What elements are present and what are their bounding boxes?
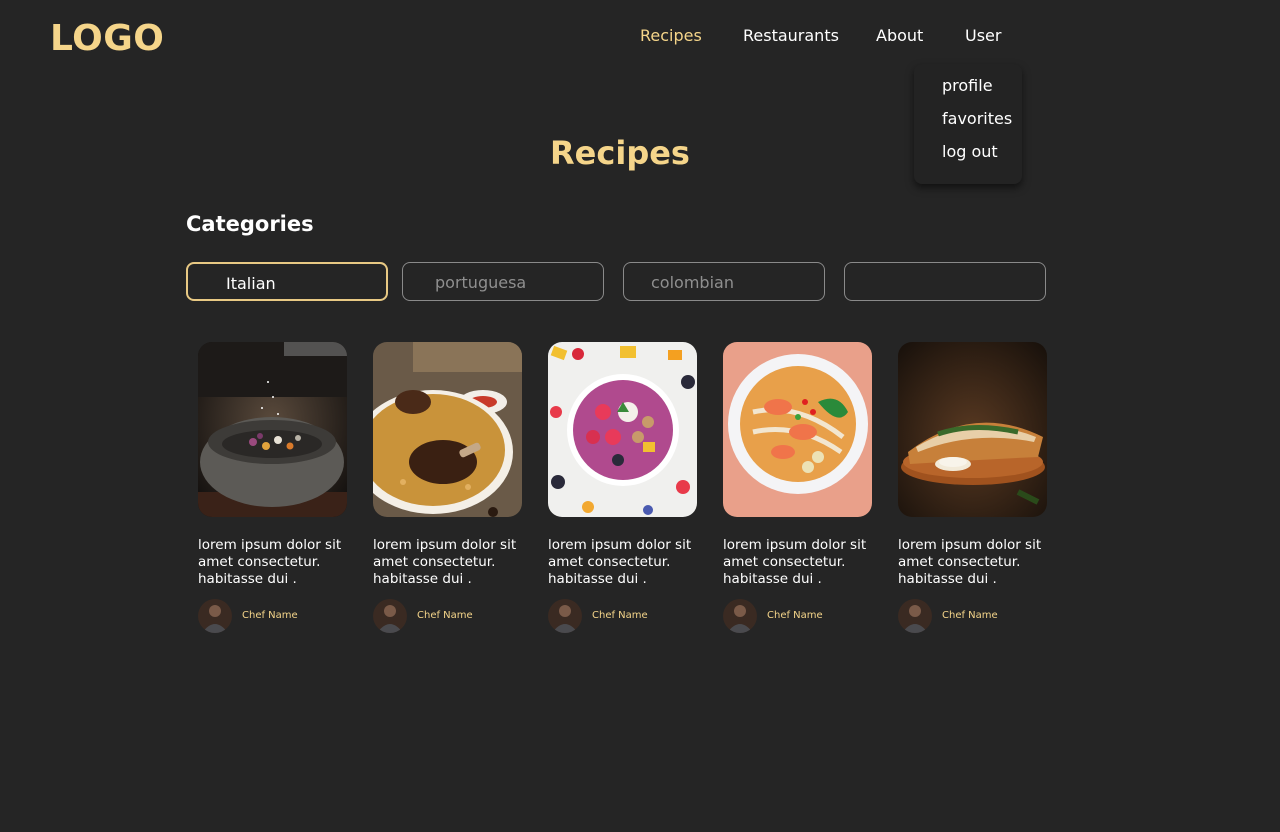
menu-item-profile[interactable]: profile (942, 76, 993, 95)
chef-name[interactable]: Chef Name (242, 610, 298, 621)
recipe-card[interactable]: lorem ipsum dolor sit amet consectetur. … (198, 342, 348, 642)
chef-avatar[interactable] (198, 599, 232, 633)
logo[interactable]: LOGO (50, 18, 164, 59)
recipe-image[interactable] (723, 342, 872, 517)
recipe-card[interactable]: lorem ipsum dolor sit amet consectetur. … (373, 342, 523, 642)
recipe-card[interactable]: lorem ipsum dolor sit amet consectetur. … (723, 342, 873, 642)
nav-recipes[interactable]: Recipes (640, 26, 702, 45)
nav-user[interactable]: User (965, 26, 1001, 45)
category-empty[interactable] (844, 262, 1046, 301)
chef-name[interactable]: Chef Name (592, 610, 648, 621)
recipe-description: lorem ipsum dolor sit amet consectetur. … (898, 537, 1042, 587)
recipe-description: lorem ipsum dolor sit amet consectetur. … (723, 537, 867, 587)
category-colombian[interactable]: colombian (623, 262, 825, 301)
recipe-card[interactable]: lorem ipsum dolor sit amet consectetur. … (548, 342, 698, 642)
category-label: portuguesa (435, 273, 527, 292)
category-portuguesa[interactable]: portuguesa (402, 262, 604, 301)
nav-about[interactable]: About (876, 26, 923, 45)
page-title: Recipes (550, 134, 690, 172)
chef-avatar[interactable] (548, 599, 582, 633)
chef-name[interactable]: Chef Name (417, 610, 473, 621)
chef-name[interactable]: Chef Name (767, 610, 823, 621)
category-label: colombian (651, 273, 734, 292)
chef-avatar[interactable] (723, 599, 757, 633)
recipe-card[interactable]: lorem ipsum dolor sit amet consectetur. … (898, 342, 1048, 642)
recipe-image[interactable] (198, 342, 347, 517)
category-italian[interactable]: Italian (186, 262, 388, 301)
category-label: Italian (226, 274, 276, 293)
nav-restaurants[interactable]: Restaurants (743, 26, 839, 45)
recipe-image[interactable] (548, 342, 697, 517)
chef-name[interactable]: Chef Name (942, 610, 998, 621)
chef-avatar[interactable] (373, 599, 407, 633)
chef-avatar[interactable] (898, 599, 932, 633)
recipe-description: lorem ipsum dolor sit amet consectetur. … (548, 537, 692, 587)
categories-title: Categories (186, 212, 314, 236)
menu-item-favorites[interactable]: favorites (942, 109, 1012, 128)
recipe-image[interactable] (373, 342, 522, 517)
recipe-description: lorem ipsum dolor sit amet consectetur. … (373, 537, 517, 587)
recipe-image[interactable] (898, 342, 1047, 517)
recipe-description: lorem ipsum dolor sit amet consectetur. … (198, 537, 342, 587)
